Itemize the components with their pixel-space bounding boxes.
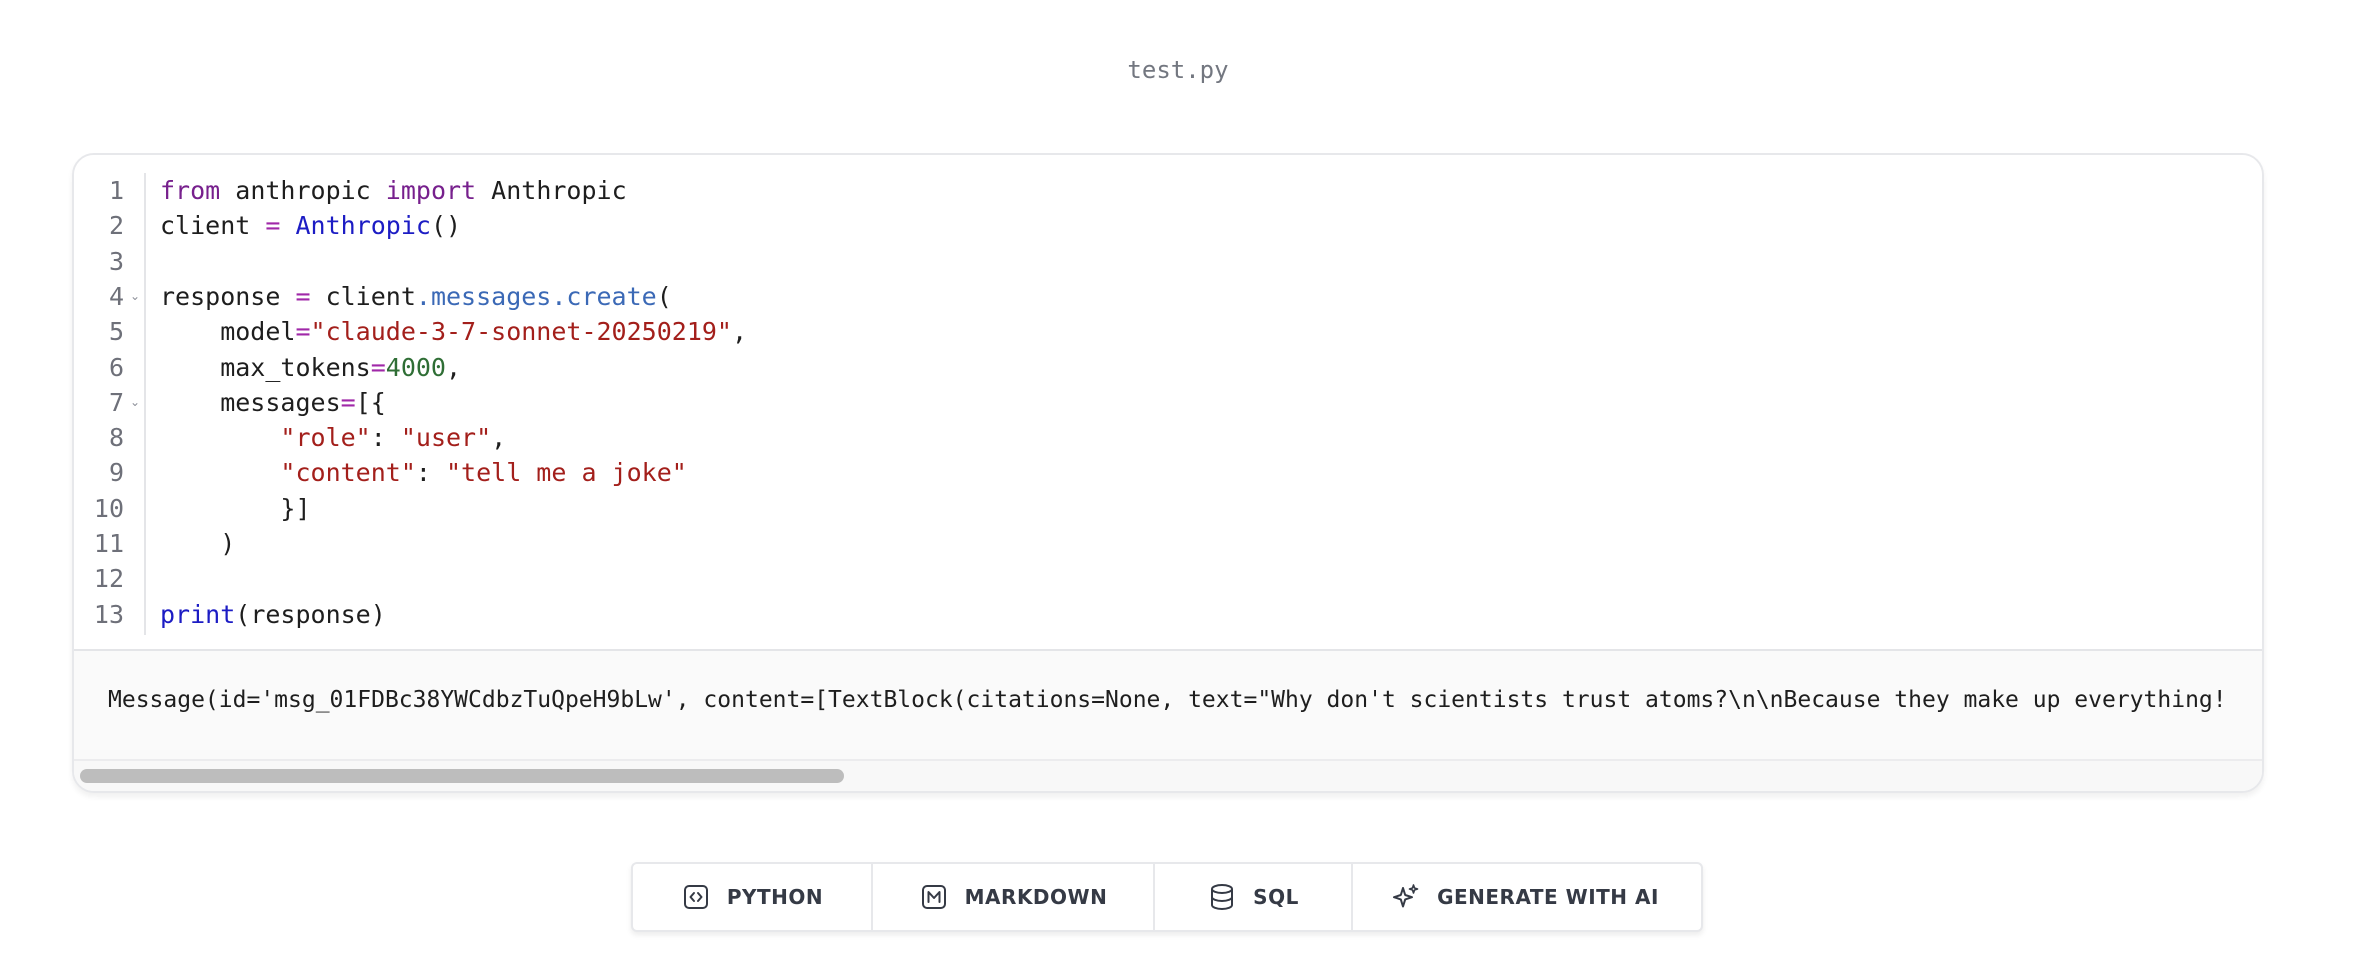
code-token: ( (656, 281, 672, 311)
scrollbar-thumb[interactable] (80, 769, 844, 783)
code-token: client (160, 211, 266, 241)
code-token: , (491, 423, 507, 453)
code-token: .messages.create (415, 281, 657, 311)
chevron-down-icon[interactable]: ⌄ (130, 279, 140, 314)
code-token: model (160, 317, 296, 347)
code-line[interactable]: "role": "user", (160, 420, 506, 455)
line-number: 9 (108, 458, 124, 488)
sql-button[interactable]: SQL (1155, 864, 1353, 930)
line-number: 3 (108, 246, 124, 276)
markdown-icon (919, 882, 949, 912)
code-token: (response) (235, 599, 386, 629)
code-line[interactable]: from anthropic import Anthropic (160, 173, 627, 208)
code-line[interactable]: client = Anthropic() (160, 208, 461, 243)
code-token: = (265, 211, 281, 241)
horizontal-scrollbar[interactable] (74, 759, 2262, 791)
code-token: "role" (280, 423, 371, 453)
code-token: import (385, 176, 477, 205)
line-number: 1 (108, 176, 124, 205)
line-number-gutter: 1 2 3 4 ⌄ 5 6 7 ⌄ 8 9 10 11 12 13 (74, 173, 146, 635)
code-token: = (295, 317, 311, 347)
file-title: test.py (1127, 56, 1229, 84)
code-token: from (160, 176, 221, 205)
code-token: : (370, 423, 401, 453)
sql-button-label: SQL (1253, 885, 1299, 909)
code-token: "user" (400, 423, 492, 453)
code-token: "tell me a joke" (446, 458, 687, 488)
code-icon (681, 882, 711, 912)
code-token: anthropic (220, 176, 386, 205)
python-button[interactable]: PYTHON (633, 864, 873, 930)
code-line[interactable]: max_tokens=4000, (160, 350, 461, 385)
code-line[interactable]: }] (160, 491, 311, 526)
code-token: = (340, 387, 356, 417)
database-icon (1207, 882, 1237, 912)
code-token: response (160, 281, 296, 311)
code-token: "claude-3-7-sonnet-20250219" (310, 317, 732, 347)
code-token: 4000 (385, 352, 446, 382)
code-token: print (160, 599, 236, 629)
markdown-button-label: MARKDOWN (964, 885, 1108, 909)
code-token: max_tokens (160, 352, 371, 382)
output-text: Message(id='msg_01FDBc38YWCdbzTuQpeH9bLw… (108, 687, 2227, 713)
line-number: 13 (93, 599, 124, 629)
code-token: = (295, 281, 311, 311)
line-number: 12 (93, 564, 124, 594)
code-token: }] (160, 493, 311, 523)
markdown-button[interactable]: MARKDOWN (873, 864, 1155, 930)
code-token: [{ (355, 387, 386, 417)
line-number: 2 (108, 211, 124, 241)
code-line[interactable]: messages=[{ (160, 385, 386, 420)
cell-output: Message(id='msg_01FDBc38YWCdbzTuQpeH9bLw… (74, 649, 2262, 791)
line-number: 7 (108, 387, 124, 417)
line-number: 4 (108, 281, 124, 311)
code-line[interactable]: response = client.messages.create( (160, 279, 672, 314)
generate-ai-button[interactable]: GENERATE WITH AI (1353, 864, 1697, 930)
code-token: client (310, 281, 416, 311)
code-token: : (415, 458, 446, 488)
code-token: Anthropic (295, 211, 431, 241)
add-cell-toolbar: PYTHON MARKDOWN SQL GENERATE WITH AI (631, 862, 1703, 932)
code-token: "content" (280, 458, 416, 488)
code-token: Anthropic (476, 176, 627, 205)
code-token: () (430, 211, 462, 241)
chevron-down-icon[interactable]: ⌄ (130, 385, 140, 420)
code-editor[interactable]: 1 2 3 4 ⌄ 5 6 7 ⌄ 8 9 10 11 12 13 from anthropic impor… (74, 155, 2262, 649)
line-number: 5 (108, 317, 124, 347)
code-line[interactable]: "content": "tell me a joke" (160, 455, 687, 490)
python-button-label: PYTHON (726, 885, 824, 909)
code-cell[interactable]: 1 2 3 4 ⌄ 5 6 7 ⌄ 8 9 10 11 12 13 from anthropic impor… (72, 153, 2264, 793)
code-token: , (731, 317, 748, 347)
code-token: = (370, 352, 386, 382)
line-number: 8 (108, 423, 124, 453)
sparkles-icon (1391, 882, 1421, 912)
code-line[interactable]: model="claude-3-7-sonnet-20250219", (160, 314, 747, 349)
generate-ai-button-label: GENERATE WITH AI (1437, 885, 1659, 909)
code-token: , (446, 352, 462, 382)
code-line[interactable]: print(response) (160, 597, 386, 632)
code-token: messages (160, 387, 341, 417)
code-token: ) (160, 529, 236, 558)
line-number: 11 (93, 529, 124, 558)
line-number: 10 (93, 493, 124, 523)
line-number: 6 (108, 352, 124, 382)
code-line[interactable]: ) (160, 526, 235, 561)
